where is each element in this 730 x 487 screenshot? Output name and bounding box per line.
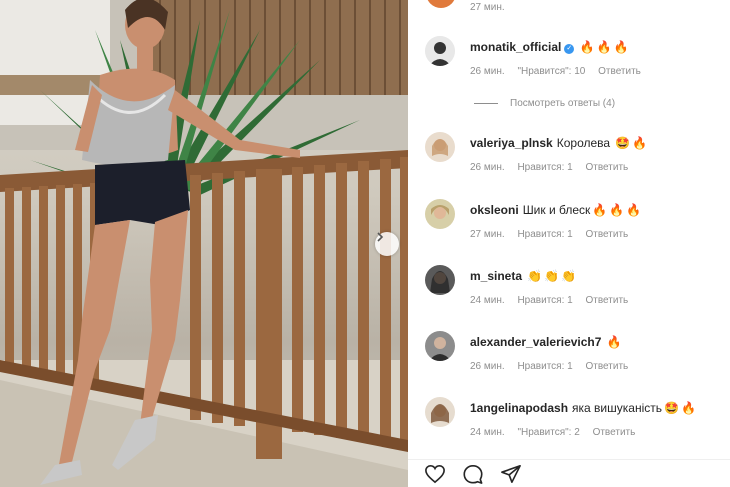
fire-emoji-icon: 🔥 (626, 203, 642, 217)
comment-username[interactable]: 1angelinapodash (470, 401, 568, 415)
avatar[interactable] (425, 331, 455, 361)
reply-button[interactable]: Ответить (585, 229, 628, 240)
fire-emoji-icon: 🔥 (632, 136, 648, 150)
comment-item: 1angelinapodash яка вишуканість 🤩 🔥 24 мин.… (408, 397, 730, 457)
avatar[interactable] (425, 199, 455, 229)
reply-button[interactable]: Ответить (585, 162, 628, 173)
view-replies-button[interactable]: Посмотреть ответы (4) (474, 98, 615, 109)
clapping-emoji-icon: 👏 (544, 269, 560, 283)
divider-line (474, 103, 498, 104)
fire-emoji-icon: 🔥 (596, 40, 612, 54)
fire-emoji-icon: 🔥 (609, 203, 625, 217)
photo-illustration (0, 0, 408, 487)
comment-item: oksleoni Шик и блеск 🔥 🔥 🔥 27 мин. Нравится:… (408, 199, 730, 259)
star-struck-emoji-icon: 🤩 (615, 136, 631, 150)
comments-panel: 27 мин. monatik_official ✓ 🔥 🔥 🔥 26 мин. "Н… (408, 0, 730, 487)
comment-likes[interactable]: "Нравится": 2 (517, 427, 579, 438)
comment-username[interactable]: alexander_valerievich7 (470, 335, 601, 349)
comment-time: 24 мин. (470, 427, 505, 438)
comment-text: Королева (556, 136, 611, 150)
comment-likes[interactable]: Нравится: 1 (517, 162, 572, 173)
fire-emoji-icon: 🔥 (680, 401, 696, 415)
comment-time: 27 мин. (470, 2, 505, 13)
clapping-emoji-icon: 👏 (527, 269, 543, 283)
post-photo (0, 0, 408, 487)
fire-emoji-icon: 🔥 (579, 40, 595, 54)
comment-item: m_sineta 👏 👏 👏 24 мин. Нравится: 1 Ответит… (408, 265, 730, 325)
comment-likes[interactable]: Нравится: 1 (517, 295, 572, 306)
fire-emoji-icon: 🔥 (592, 203, 608, 217)
fire-emoji-icon: 🔥 (613, 40, 629, 54)
comment-item: valeriya_plnsk Королева 🤩 🔥 26 мин. Нравит… (408, 132, 730, 192)
fire-emoji-icon: 🔥 (606, 335, 622, 349)
avatar[interactable] (425, 265, 455, 295)
comment-likes[interactable]: Нравится: 1 (517, 361, 572, 372)
comment-icon[interactable] (462, 464, 484, 484)
comment-likes[interactable]: Нравится: 1 (517, 229, 572, 240)
comment-username[interactable]: m_sineta (470, 269, 522, 283)
comment-time: 24 мин. (470, 295, 505, 306)
comment-item: alexander_valerievich7 🔥 26 мин. Нравитс… (408, 331, 730, 391)
clapping-emoji-icon: 👏 (561, 269, 577, 283)
view-replies-label: Посмотреть ответы (4) (510, 98, 616, 109)
next-photo-button[interactable] (375, 232, 399, 256)
reply-button[interactable]: Ответить (585, 295, 628, 306)
avatar[interactable] (425, 36, 455, 66)
post-actions (408, 459, 730, 487)
reply-button[interactable]: Ответить (593, 427, 636, 438)
star-struck-emoji-icon: 🤩 (663, 401, 679, 415)
avatar[interactable] (425, 397, 455, 427)
comment-time: 26 мин. (470, 66, 505, 77)
comment-text: яка вишуканість (572, 401, 662, 415)
comment-text: Шик и блеск (522, 203, 591, 217)
comment-time: 27 мин. (470, 229, 505, 240)
heart-icon[interactable] (424, 464, 446, 484)
reply-button[interactable]: Ответить (585, 361, 628, 372)
comment-username[interactable]: monatik_official (470, 40, 561, 54)
avatar[interactable] (425, 132, 455, 162)
share-icon[interactable] (500, 464, 522, 484)
comment-username[interactable]: valeriya_plnsk (470, 136, 553, 150)
comment-likes[interactable]: "Нравится": 10 (517, 66, 585, 77)
comment-item: monatik_official ✓ 🔥 🔥 🔥 26 мин. "Нравится"… (408, 36, 730, 96)
avatar (426, 0, 456, 8)
comment-username[interactable]: oksleoni (470, 203, 519, 217)
comment-time: 26 мин. (470, 162, 505, 173)
reply-button[interactable]: Ответить (598, 66, 641, 77)
comment-time: 26 мин. (470, 361, 505, 372)
verified-badge-icon: ✓ (564, 44, 575, 54)
